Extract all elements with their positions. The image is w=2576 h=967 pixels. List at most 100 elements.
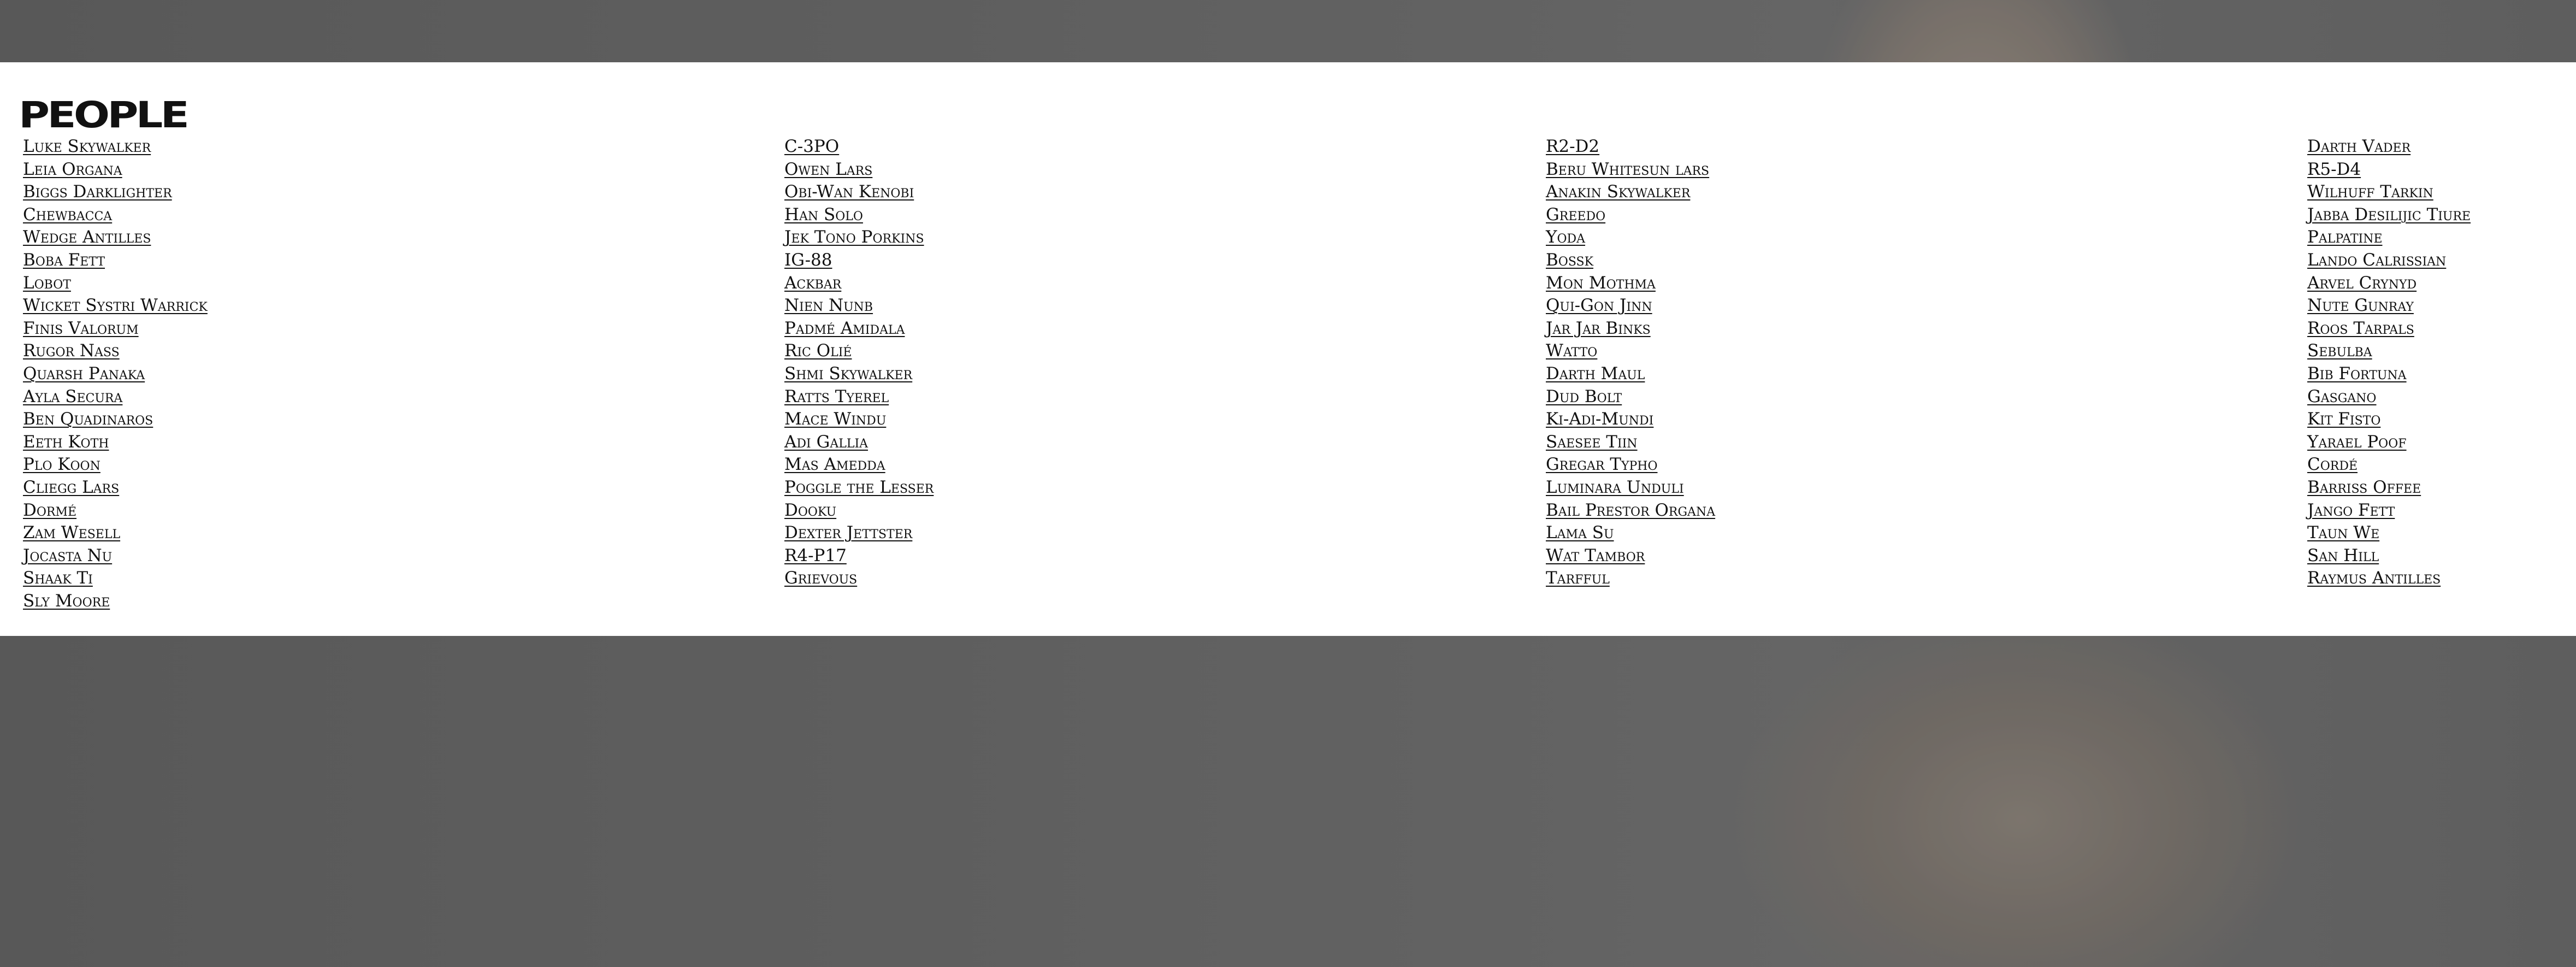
person-link[interactable]: San Hill <box>2307 546 2379 565</box>
person-link[interactable]: Bossk <box>1546 250 1593 270</box>
person-link[interactable]: Ki-Adi-Mundi <box>1546 409 1653 429</box>
person-link[interactable]: Lando Calrissian <box>2307 250 2446 270</box>
person-link[interactable]: IG-88 <box>784 250 832 270</box>
person-link[interactable]: Saesee Tiin <box>1546 432 1638 452</box>
person-link[interactable]: Jar Jar Binks <box>1546 319 1651 338</box>
person-link[interactable]: Beru Whitesun lars <box>1546 160 1709 179</box>
list-item: Mas Amedda <box>784 453 933 476</box>
person-link[interactable]: Raymus Antilles <box>2307 568 2441 588</box>
list-item: Yarael Poof <box>2307 431 2471 454</box>
person-link[interactable]: Sebulba <box>2307 341 2372 361</box>
people-column-1: Luke Skywalker Leia Organa Biggs Darklight… <box>23 135 208 612</box>
list-item: R2-D2 <box>1546 135 1715 158</box>
person-link[interactable]: Shaak Ti <box>23 568 93 588</box>
person-link[interactable]: Zam Wesell <box>23 523 120 543</box>
person-link[interactable]: Quarsh Panaka <box>23 364 145 384</box>
person-link[interactable]: Bib Fortuna <box>2307 364 2407 384</box>
list-item: Saesee Tiin <box>1546 431 1715 454</box>
person-link[interactable]: Padmé Amidala <box>784 319 905 338</box>
list-item: Poggle the Lesser <box>784 476 933 499</box>
person-link[interactable]: Grievous <box>784 568 857 588</box>
list-item: Dexter Jettster <box>784 522 933 545</box>
person-link[interactable]: Watto <box>1546 341 1597 361</box>
person-link[interactable]: Lama Su <box>1546 523 1614 543</box>
person-link[interactable]: Dud Bolt <box>1546 387 1622 406</box>
person-link[interactable]: Greedo <box>1546 205 1605 225</box>
person-link[interactable]: Wicket Systri Warrick <box>23 296 208 315</box>
people-heading: PEOPLE <box>19 94 190 136</box>
person-link[interactable]: Darth Vader <box>2307 137 2410 156</box>
person-link[interactable]: R4-P17 <box>784 546 847 565</box>
person-link[interactable]: Ackbar <box>784 273 841 293</box>
person-link[interactable]: Anakin Skywalker <box>1546 182 1690 202</box>
person-link[interactable]: Bail Prestor Organa <box>1546 500 1715 520</box>
person-link[interactable]: Finis Valorum <box>23 319 139 338</box>
person-link[interactable]: Boba Fett <box>23 250 105 270</box>
list-item: Adi Gallia <box>784 431 933 454</box>
person-link[interactable]: Eeth Koth <box>23 432 109 452</box>
person-link[interactable]: Taun We <box>2307 523 2379 543</box>
person-link[interactable]: Palpatine <box>2307 227 2383 247</box>
person-link[interactable]: Barriss Offee <box>2307 477 2421 497</box>
list-item: Dormé <box>23 499 208 522</box>
person-link[interactable]: Obi-Wan Kenobi <box>784 182 914 202</box>
person-link[interactable]: Darth Maul <box>1546 364 1645 384</box>
person-link[interactable]: Arvel Crynyd <box>2307 273 2417 293</box>
person-link[interactable]: Leia Organa <box>23 160 122 179</box>
person-link[interactable]: R2-D2 <box>1546 137 1599 156</box>
person-link[interactable]: R5-D4 <box>2307 160 2361 179</box>
person-link[interactable]: Adi Gallia <box>784 432 868 452</box>
person-link[interactable]: Nute Gunray <box>2307 296 2414 315</box>
person-link[interactable]: Rugor Nass <box>23 341 120 361</box>
list-item: Beru Whitesun lars <box>1546 158 1715 181</box>
person-link[interactable]: C-3PO <box>784 137 839 156</box>
person-link[interactable]: Gregar Typho <box>1546 455 1658 474</box>
person-link[interactable]: Jocasta Nu <box>23 546 112 565</box>
person-link[interactable]: Roos Tarpals <box>2307 319 2414 338</box>
person-link[interactable]: Qui-Gon Jinn <box>1546 296 1652 315</box>
list-item: Wilhuff Tarkin <box>2307 181 2471 204</box>
person-link[interactable]: Jabba Desilijic Tiure <box>2307 205 2471 225</box>
person-link[interactable]: Poggle the Lesser <box>784 477 933 497</box>
person-link[interactable]: Mace Windu <box>784 409 886 429</box>
person-link[interactable]: Luke Skywalker <box>23 137 151 156</box>
list-item: Gasgano <box>2307 386 2471 409</box>
person-link[interactable]: Ben Quadinaros <box>23 409 153 429</box>
person-link[interactable]: Lobot <box>23 273 71 293</box>
person-link[interactable]: Mon Mothma <box>1546 273 1656 293</box>
person-link[interactable]: Sly Moore <box>23 591 110 611</box>
person-link[interactable]: Yoda <box>1546 227 1585 247</box>
person-link[interactable]: Dexter Jettster <box>784 523 912 543</box>
list-item: Padmé Amidala <box>784 317 933 340</box>
person-link[interactable]: Mas Amedda <box>784 455 885 474</box>
person-link[interactable]: Biggs Darklighter <box>23 182 172 202</box>
person-link[interactable]: Yarael Poof <box>2307 432 2407 452</box>
person-link[interactable]: Jango Fett <box>2307 500 2395 520</box>
person-link[interactable]: Shmi Skywalker <box>784 364 912 384</box>
person-link[interactable]: Ayla Secura <box>23 387 122 406</box>
list-item: Bib Fortuna <box>2307 363 2471 386</box>
list-item: Taun We <box>2307 522 2471 545</box>
person-link[interactable]: Tarfful <box>1546 568 1610 588</box>
person-link[interactable]: Cliegg Lars <box>23 477 119 497</box>
list-item: Tarfful <box>1546 567 1715 590</box>
person-link[interactable]: Dooku <box>784 500 836 520</box>
list-item: Barriss Offee <box>2307 476 2471 499</box>
person-link[interactable]: Chewbacca <box>23 205 112 225</box>
person-link[interactable]: Dormé <box>23 500 76 520</box>
person-link[interactable]: Luminara Unduli <box>1546 477 1684 497</box>
person-link[interactable]: Jek Tono Porkins <box>784 227 924 247</box>
person-link[interactable]: Gasgano <box>2307 387 2376 406</box>
person-link[interactable]: Wat Tambor <box>1546 546 1645 565</box>
person-link[interactable]: Owen Lars <box>784 160 872 179</box>
person-link[interactable]: Ratts Tyerel <box>784 387 889 406</box>
person-link[interactable]: Han Solo <box>784 205 863 225</box>
people-dropdown-panel: PEOPLE Luke Skywalker Leia Organa Biggs Da… <box>0 62 2576 636</box>
person-link[interactable]: Wilhuff Tarkin <box>2307 182 2433 202</box>
person-link[interactable]: Plo Koon <box>23 455 101 474</box>
person-link[interactable]: Kit Fisto <box>2307 409 2380 429</box>
person-link[interactable]: Wedge Antilles <box>23 227 151 247</box>
person-link[interactable]: Cordé <box>2307 455 2358 474</box>
person-link[interactable]: Nien Nunb <box>784 296 873 315</box>
person-link[interactable]: Ric Olié <box>784 341 852 361</box>
